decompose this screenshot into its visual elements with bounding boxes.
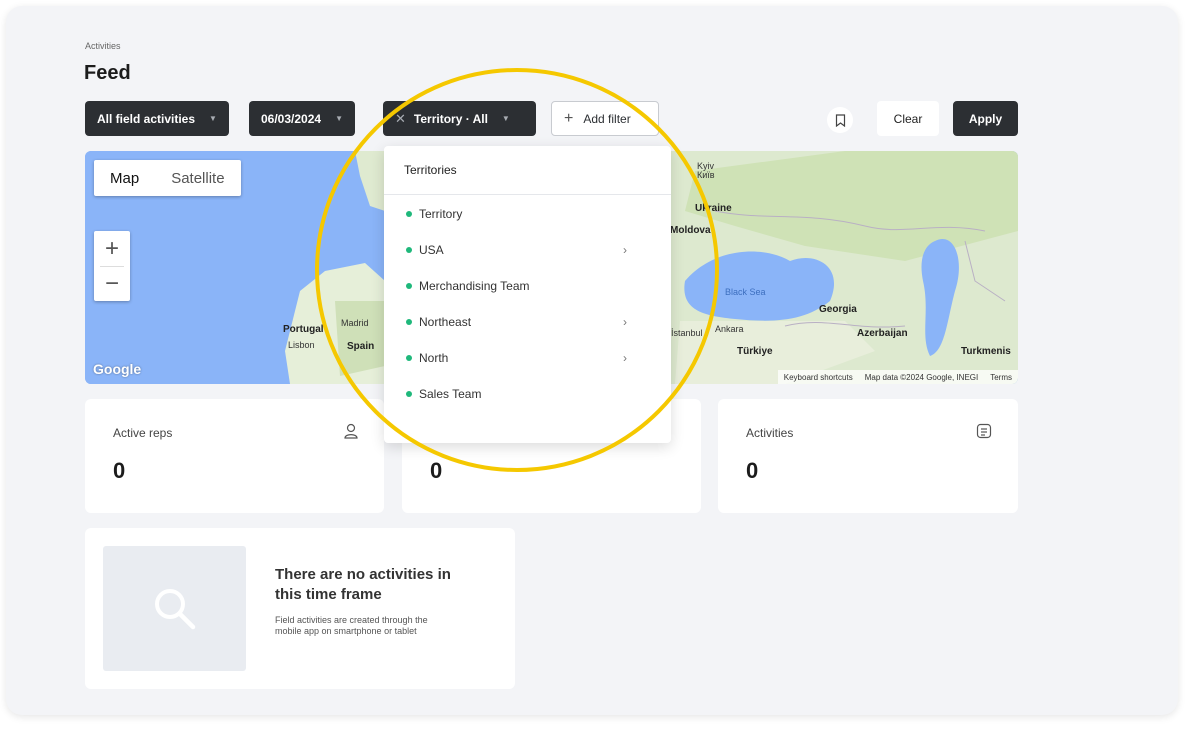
- person-icon: [344, 423, 358, 439]
- zoom-out-button[interactable]: −: [94, 266, 130, 301]
- map-label-turkmenistan: Turkmenis: [961, 346, 1011, 357]
- map-tab[interactable]: Map: [94, 160, 155, 196]
- page-title: Feed: [84, 62, 131, 84]
- empty-state-card: There are no activities in this time fra…: [85, 528, 515, 689]
- activities-value: 0: [746, 458, 759, 483]
- zoom-in-button[interactable]: +: [94, 231, 130, 266]
- map-data-text: Map data ©2024 Google, INEGI: [864, 372, 979, 382]
- map-label-azerbaijan: Azerbaijan: [857, 328, 908, 339]
- date-label: 06/03/2024: [261, 111, 322, 126]
- empty-state-illustration: [103, 546, 246, 671]
- satellite-tab[interactable]: Satellite: [155, 160, 240, 196]
- google-logo: Google: [93, 361, 142, 377]
- map-type-toggle: Map Satellite: [94, 160, 241, 196]
- apply-button[interactable]: Apply: [953, 101, 1018, 136]
- map-label-kyiv-local: Київ: [697, 170, 715, 180]
- middle-stat-value: 0: [430, 458, 443, 483]
- breadcrumb[interactable]: Activities: [85, 41, 121, 51]
- save-view-button[interactable]: [827, 107, 853, 133]
- zoom-control: + −: [94, 231, 130, 301]
- map-label-georgia: Georgia: [819, 304, 857, 315]
- highlight-circle: [315, 68, 719, 472]
- empty-state-title: There are no activities in this time fra…: [275, 566, 451, 603]
- zoom-divider: [100, 266, 124, 267]
- map-label-ankara: Ankara: [715, 324, 744, 334]
- date-filter[interactable]: 06/03/2024 ▼: [249, 101, 355, 136]
- clear-button[interactable]: Clear: [877, 101, 939, 136]
- active-reps-value: 0: [113, 458, 126, 483]
- empty-state-description: Field activities are created through the…: [275, 615, 428, 636]
- notes-icon: [976, 423, 992, 439]
- map-label-portugal: Portugal: [283, 324, 324, 335]
- active-reps-card: Active reps 0: [85, 399, 384, 513]
- keyboard-shortcuts-link[interactable]: Keyboard shortcuts: [784, 373, 853, 382]
- map-attribution: Keyboard shortcuts Map data ©2024 Google…: [777, 370, 1018, 384]
- activity-type-label: All field activities: [97, 111, 196, 126]
- app-window: Activities Feed All field activities ▼ 0…: [6, 6, 1178, 715]
- caret-down-icon: ▼: [209, 114, 217, 123]
- activities-card: Activities 0: [718, 399, 1018, 513]
- search-icon: [154, 588, 195, 629]
- activity-type-filter[interactable]: All field activities ▼: [85, 101, 229, 136]
- caret-down-icon: ▼: [335, 114, 343, 123]
- map-label-turkiye: Türkiye: [737, 346, 773, 357]
- map-label-lisbon: Lisbon: [288, 340, 315, 350]
- active-reps-label: Active reps: [113, 426, 173, 440]
- terms-link[interactable]: Terms: [990, 373, 1012, 382]
- map-label-black-sea: Black Sea: [725, 287, 766, 297]
- bookmark-icon: [835, 113, 845, 127]
- activities-label: Activities: [746, 426, 794, 440]
